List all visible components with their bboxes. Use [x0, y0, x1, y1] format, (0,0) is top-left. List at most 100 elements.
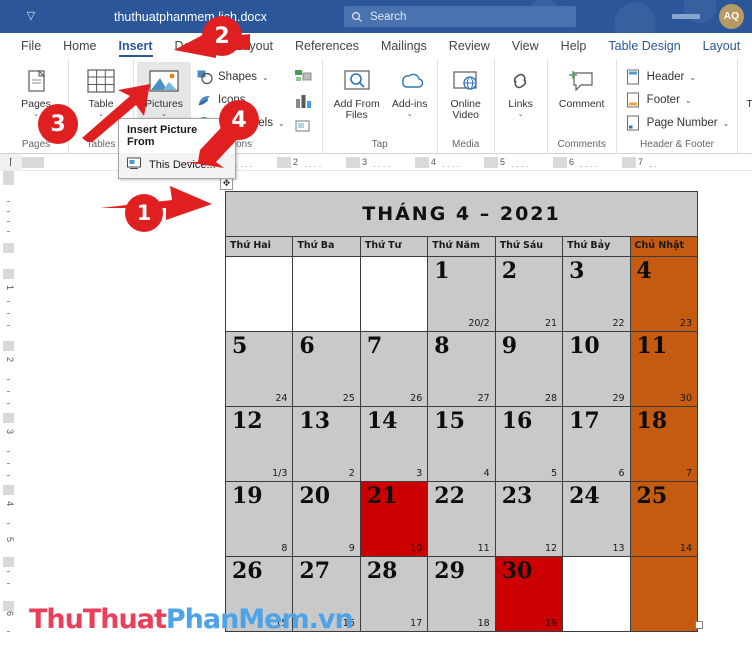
tab-view[interactable]: View — [501, 33, 550, 59]
text-box-button[interactable]: A Text Box ⌄ — [743, 62, 752, 118]
calendar-day-cell[interactable]: 29 18 — [427, 556, 496, 632]
calendar-body: 1 20/2 2 21 3 22 4 23 5 24 6 25 7 26 8 27 9 28 10 29 11 30 12 1… — [224, 256, 699, 632]
document-title: thuthuatphanmem.lich.docx — [114, 9, 267, 24]
smartart-icon[interactable] — [294, 68, 313, 89]
links-button[interactable]: Links ⌄ — [500, 62, 542, 118]
window-minimize-button[interactable] — [672, 14, 700, 19]
chart-icon[interactable] — [294, 93, 313, 114]
calendar-day-cell[interactable]: 4 23 — [629, 256, 699, 332]
footer-chevron-down-icon[interactable]: ⌄ — [685, 96, 692, 105]
calendar-lunar-date: 26 — [410, 393, 423, 404]
horizontal-ruler[interactable]: ⌈ · · · · 1 · · · · 2 · · · · 3 · · · · … — [0, 153, 752, 171]
calendar-day-cell[interactable]: 5 24 — [224, 331, 294, 407]
calendar-day-cell[interactable]: 28 17 — [359, 556, 429, 632]
calendar-day-number: 7 — [366, 333, 383, 359]
calendar-day-cell[interactable]: 8 27 — [427, 331, 496, 407]
calendar-day-cell[interactable] — [292, 256, 361, 332]
calendar-day-cell[interactable]: 15 4 — [427, 406, 496, 482]
pictures-chevron-down-icon[interactable]: ⌄ — [161, 111, 167, 118]
header-chevron-down-icon[interactable]: ⌄ — [689, 73, 696, 82]
calendar-day-number: 23 — [501, 483, 533, 509]
3d-models-chevron-down-icon[interactable]: ⌄ — [278, 119, 285, 128]
calendar-day-number: 27 — [299, 558, 331, 584]
search-input[interactable]: Search — [344, 6, 576, 27]
table-resize-handle[interactable] — [695, 621, 703, 629]
calendar-lunar-date: 21 — [545, 318, 558, 329]
calendar-day-cell[interactable]: 16 5 — [494, 406, 564, 482]
calendar-day-cell[interactable]: 7 26 — [359, 331, 429, 407]
shapes-button[interactable]: Shapes ⌄ — [193, 67, 288, 87]
tab-table-layout[interactable]: Layout — [692, 33, 752, 59]
tab-table-design[interactable]: Table Design — [597, 33, 691, 59]
calendar-day-cell[interactable] — [629, 556, 699, 632]
avatar[interactable]: AQ — [719, 4, 744, 29]
comment-button[interactable]: Comment — [553, 62, 611, 110]
tab-stop-left-icon[interactable]: ⌈ — [0, 153, 22, 171]
page-number-button[interactable]: Page Number ⌄ — [622, 113, 733, 133]
calendar-day-cell[interactable]: 30 19 — [494, 556, 564, 632]
calendar-table[interactable]: THÁNG 4 – 2021 Thứ Hai Thứ Ba Thứ Tư Thứ… — [224, 191, 699, 632]
online-video-button[interactable]: Online Video — [443, 62, 489, 121]
quick-access-toolbar-chevron-down-icon[interactable]: ▽ — [16, 0, 46, 33]
document-area[interactable]: ✥ THÁNG 4 – 2021 Thứ Hai Thứ Ba Thứ Tư T… — [17, 171, 752, 648]
page-number-chevron-down-icon[interactable]: ⌄ — [723, 119, 730, 128]
tab-file[interactable]: File — [10, 33, 52, 59]
calendar-day-cell[interactable]: 23 12 — [494, 481, 564, 557]
calendar-day-cell[interactable]: 10 29 — [562, 331, 631, 407]
calendar-day-cell[interactable]: 11 30 — [629, 331, 699, 407]
calendar-day-cell[interactable]: 2 21 — [494, 256, 564, 332]
calendar-lunar-date: 6 — [618, 468, 625, 479]
ribbon-group-links: Links ⌄ — [495, 59, 548, 154]
calendar-day-cell[interactable] — [359, 256, 429, 332]
add-from-files-icon — [341, 66, 373, 98]
footer-button[interactable]: Footer ⌄ — [622, 90, 733, 110]
calendar-lunar-date: 19 — [545, 618, 558, 629]
shapes-chevron-down-icon[interactable]: ⌄ — [262, 73, 269, 82]
calendar-day-cell[interactable]: 19 8 — [224, 481, 294, 557]
calendar-lunar-date: 20/2 — [468, 318, 490, 329]
calendar-day-cell[interactable]: 20 9 — [292, 481, 361, 557]
ribbon-group-label-media: Media — [452, 139, 480, 150]
vertical-ruler[interactable]: 1 2 3 4 5 6 — [0, 171, 17, 648]
calendar-day-cell[interactable]: 12 1/3 — [224, 406, 294, 482]
calendar-day-cell[interactable]: 24 13 — [562, 481, 631, 557]
document-page[interactable]: ✥ THÁNG 4 – 2021 Thứ Hai Thứ Ba Thứ Tư T… — [17, 171, 752, 648]
calendar-day-cell[interactable]: 22 11 — [427, 481, 496, 557]
header-button[interactable]: Header ⌄ — [622, 67, 733, 87]
links-chevron-down-icon[interactable]: ⌄ — [518, 111, 524, 118]
calendar-day-cell[interactable]: 21 10 — [359, 481, 429, 557]
calendar-day-cell[interactable]: 14 3 — [359, 406, 429, 482]
calendar-lunar-date: 8 — [281, 543, 288, 554]
ribbon-group-media: Online Video Media — [438, 59, 495, 154]
tab-references[interactable]: References — [284, 33, 370, 59]
calendar-lunar-date: 12 — [545, 543, 558, 554]
calendar-day-cell[interactable]: 13 2 — [292, 406, 361, 482]
calendar-day-cell[interactable]: 1 20/2 — [427, 256, 496, 332]
page-number-label: Page Number — [646, 117, 718, 129]
calendar-day-cell[interactable]: 3 22 — [562, 256, 631, 332]
calendar-day-cell[interactable]: 17 6 — [562, 406, 631, 482]
tab-help[interactable]: Help — [550, 33, 598, 59]
calendar-lunar-date: 18 — [477, 618, 490, 629]
comment-icon — [566, 66, 598, 98]
add-ins-chevron-down-icon[interactable]: ⌄ — [407, 111, 413, 118]
calendar-day-cell[interactable]: 9 28 — [494, 331, 564, 407]
add-ins-button[interactable]: Add-ins ⌄ — [388, 62, 432, 118]
calendar-day-cell[interactable] — [224, 256, 294, 332]
calendar-lunar-date: 9 — [348, 543, 355, 554]
calendar-day-cell[interactable]: 6 25 — [292, 331, 361, 407]
screenshot-icon[interactable] — [294, 118, 313, 139]
calendar-day-cell[interactable]: 25 14 — [629, 481, 699, 557]
calendar-day-cell[interactable] — [562, 556, 631, 632]
ruler-number-5: 5 — [500, 156, 506, 167]
tab-review[interactable]: Review — [438, 33, 501, 59]
ruler-margin-left — [22, 156, 44, 168]
tab-home[interactable]: Home — [52, 33, 107, 59]
calendar-day-cell[interactable]: 18 7 — [629, 406, 699, 482]
tab-insert[interactable]: Insert — [108, 33, 164, 59]
pages-icon — [23, 66, 49, 98]
tab-mailings[interactable]: Mailings — [370, 33, 438, 59]
add-from-files-button[interactable]: Add From Files — [328, 62, 386, 121]
shapes-icon — [196, 69, 213, 86]
vruler-number-1: 1 — [5, 285, 15, 291]
